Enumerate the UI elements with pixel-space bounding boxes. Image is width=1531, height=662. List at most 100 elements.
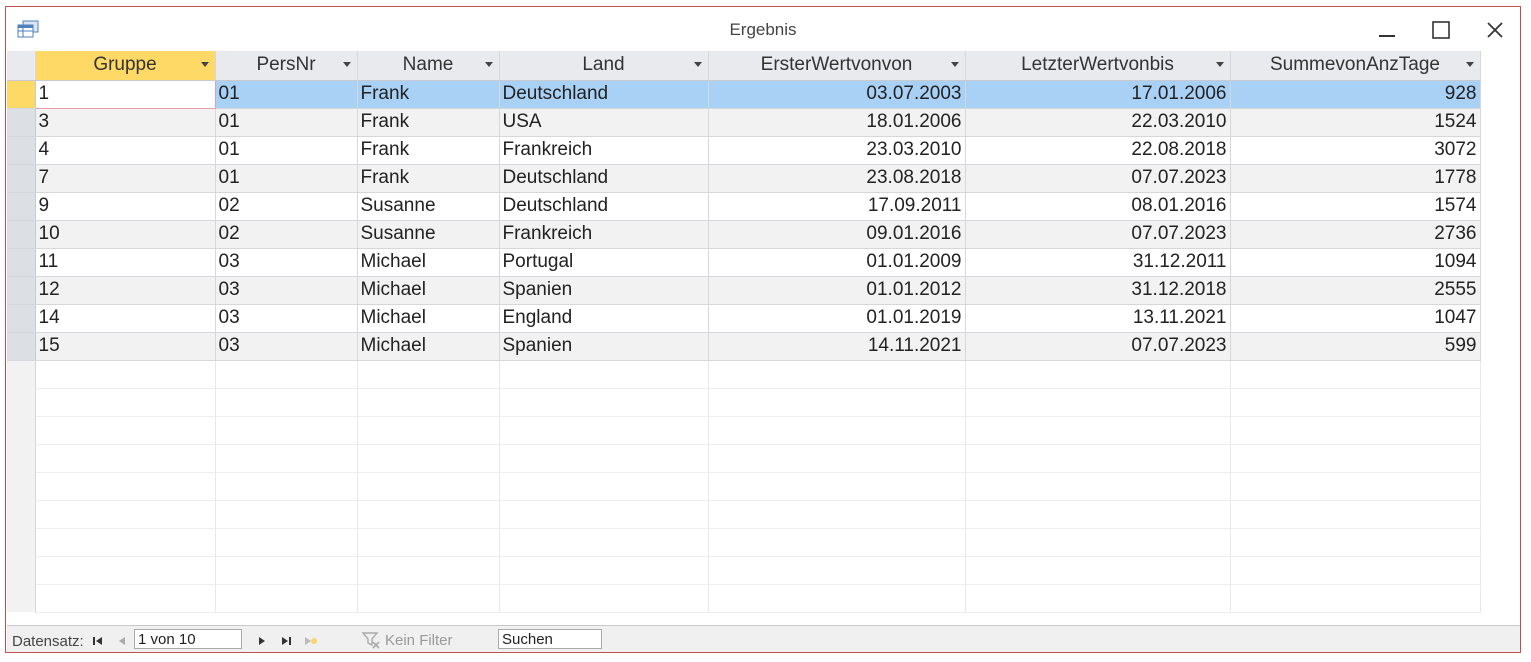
table-cell[interactable]: 01 xyxy=(215,108,358,137)
table-cell[interactable]: 17.09.2011 xyxy=(708,192,966,221)
table-cell[interactable]: 1778 xyxy=(1230,164,1481,193)
table-cell[interactable]: 01 xyxy=(215,136,358,165)
table-row[interactable]: 15 03 Michael Spanien 14.11.2021 07.07.2023 59… xyxy=(7,332,1481,361)
table-cell[interactable]: 31.12.2018 xyxy=(965,276,1231,305)
table-cell[interactable]: 3 xyxy=(35,108,216,137)
table-cell[interactable]: 03.07.2003 xyxy=(708,80,966,109)
sort-filter-dropdown-icon[interactable] xyxy=(950,62,959,67)
table-cell[interactable]: 02 xyxy=(215,220,358,249)
table-cell[interactable]: 2555 xyxy=(1230,276,1481,305)
row-selector[interactable] xyxy=(7,332,36,361)
table-cell[interactable]: 31.12.2011 xyxy=(965,248,1231,277)
table-cell[interactable]: 2736 xyxy=(1230,220,1481,249)
table-cell[interactable]: 22.03.2010 xyxy=(965,108,1231,137)
filter-toggle[interactable]: Kein Filter xyxy=(361,630,453,650)
sort-filter-dropdown-icon[interactable] xyxy=(1215,62,1224,67)
table-cell[interactable]: Spanien xyxy=(499,276,709,305)
table-cell[interactable]: 1524 xyxy=(1230,108,1481,137)
table-cell[interactable]: 13.11.2021 xyxy=(965,304,1231,333)
select-all-corner[interactable] xyxy=(7,51,36,81)
table-cell[interactable]: 01.01.2019 xyxy=(708,304,966,333)
table-cell[interactable]: 14.11.2021 xyxy=(708,332,966,361)
sort-filter-dropdown-icon[interactable] xyxy=(200,62,209,67)
datasheet-grid[interactable]: Gruppe PersNr Name Land ErsterWertvonvon… xyxy=(7,51,1520,625)
table-row[interactable]: 14 03 Michael England 01.01.2019 13.11.2021 10… xyxy=(7,304,1481,333)
first-record-icon[interactable] xyxy=(91,634,105,648)
table-cell[interactable]: 07.07.2023 xyxy=(965,220,1231,249)
table-cell[interactable]: England xyxy=(499,304,709,333)
current-record-field[interactable]: 1 von 10 xyxy=(134,629,242,649)
sort-filter-dropdown-icon[interactable] xyxy=(1465,62,1474,67)
table-row[interactable]: 1 01 Frank Deutschland 03.07.2003 17.01.2006 9… xyxy=(7,79,1481,109)
row-selector[interactable] xyxy=(7,304,36,333)
sort-filter-dropdown-icon[interactable] xyxy=(693,62,702,67)
table-cell[interactable]: 1094 xyxy=(1230,248,1481,277)
table-cell[interactable]: 23.08.2018 xyxy=(708,164,966,193)
table-cell[interactable]: 09.01.2016 xyxy=(708,220,966,249)
table-cell[interactable]: Frankreich xyxy=(499,136,709,165)
row-selector[interactable] xyxy=(7,192,36,221)
table-cell[interactable]: 03 xyxy=(215,276,358,305)
table-cell[interactable]: Frank xyxy=(357,136,500,165)
table-cell[interactable]: Deutschland xyxy=(499,80,709,109)
last-record-icon[interactable] xyxy=(279,634,293,648)
table-cell[interactable]: 11 xyxy=(35,248,216,277)
table-cell[interactable]: Michael xyxy=(357,248,500,277)
table-cell[interactable]: 9 xyxy=(35,192,216,221)
new-record-icon[interactable] xyxy=(303,634,317,648)
table-row[interactable]: 11 03 Michael Portugal 01.01.2009 31.12.2011 1… xyxy=(7,248,1481,277)
sort-filter-dropdown-icon[interactable] xyxy=(342,62,351,67)
table-cell[interactable]: 1574 xyxy=(1230,192,1481,221)
column-header[interactable]: LetzterWertvonbis xyxy=(965,51,1231,81)
table-cell[interactable]: 03 xyxy=(215,248,358,277)
table-cell[interactable]: 22.08.2018 xyxy=(965,136,1231,165)
table-cell[interactable]: 18.01.2006 xyxy=(708,108,966,137)
column-header[interactable]: SummevonAnzTage xyxy=(1230,51,1481,81)
table-cell[interactable]: 03 xyxy=(215,304,358,333)
table-cell[interactable]: Spanien xyxy=(499,332,709,361)
row-selector[interactable] xyxy=(7,248,36,277)
title-bar[interactable]: Ergebnis xyxy=(6,7,1520,50)
column-header[interactable]: ErsterWertvonvon xyxy=(708,51,966,81)
table-cell[interactable]: 17.01.2006 xyxy=(965,80,1231,109)
close-button[interactable] xyxy=(1480,17,1510,43)
column-header[interactable]: Name xyxy=(357,51,500,81)
table-cell[interactable]: Deutschland xyxy=(499,192,709,221)
table-cell[interactable]: 14 xyxy=(35,304,216,333)
minimize-button[interactable] xyxy=(1372,17,1402,43)
table-cell[interactable]: 23.03.2010 xyxy=(708,136,966,165)
table-cell[interactable]: 01 xyxy=(215,164,358,193)
table-cell[interactable]: 01 xyxy=(215,80,358,109)
row-selector[interactable] xyxy=(7,220,36,249)
table-cell[interactable]: 02 xyxy=(215,192,358,221)
table-cell[interactable]: 599 xyxy=(1230,332,1481,361)
table-cell[interactable]: Susanne xyxy=(357,220,500,249)
table-cell[interactable]: Michael xyxy=(357,332,500,361)
column-header[interactable]: PersNr xyxy=(215,51,358,81)
table-cell[interactable]: USA xyxy=(499,108,709,137)
table-row[interactable]: 7 01 Frank Deutschland 23.08.2018 07.07.2023 1… xyxy=(7,164,1481,193)
table-cell[interactable]: 1047 xyxy=(1230,304,1481,333)
table-cell[interactable]: 12 xyxy=(35,276,216,305)
table-row[interactable]: 10 02 Susanne Frankreich 09.01.2016 07.07.202… xyxy=(7,220,1481,249)
table-cell[interactable]: Frank xyxy=(357,80,500,109)
next-record-icon[interactable] xyxy=(255,634,269,648)
table-cell[interactable]: 07.07.2023 xyxy=(965,332,1231,361)
row-selector[interactable] xyxy=(7,136,36,165)
column-header[interactable]: Gruppe xyxy=(35,51,216,81)
table-cell[interactable]: Susanne xyxy=(357,192,500,221)
table-cell[interactable]: 1 xyxy=(34,79,216,109)
table-row[interactable]: 9 02 Susanne Deutschland 17.09.2011 08.01.201… xyxy=(7,192,1481,221)
table-row[interactable]: 12 03 Michael Spanien 01.01.2012 31.12.2018 25… xyxy=(7,276,1481,305)
table-cell[interactable]: 15 xyxy=(35,332,216,361)
table-cell[interactable]: Frank xyxy=(357,164,500,193)
table-cell[interactable]: 01.01.2009 xyxy=(708,248,966,277)
search-input[interactable]: Suchen xyxy=(498,629,602,649)
table-row[interactable]: 3 01 Frank USA 18.01.2006 22.03.2010 1524 xyxy=(7,108,1481,137)
table-cell[interactable]: 7 xyxy=(35,164,216,193)
table-cell[interactable]: Frank xyxy=(357,108,500,137)
table-cell[interactable]: 08.01.2016 xyxy=(965,192,1231,221)
table-cell[interactable]: Deutschland xyxy=(499,164,709,193)
table-cell[interactable]: 03 xyxy=(215,332,358,361)
column-header[interactable]: Land xyxy=(499,51,709,81)
